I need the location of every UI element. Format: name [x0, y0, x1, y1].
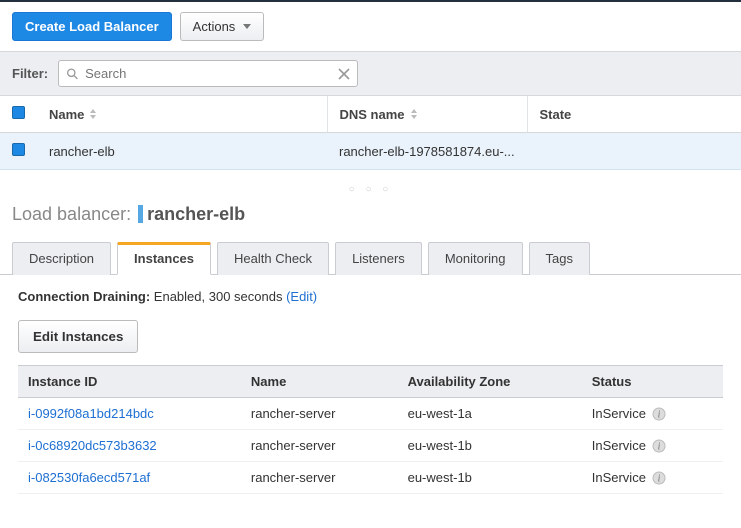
instance-id-link[interactable]: i-0c68920dc573b3632 — [28, 438, 157, 453]
select-all-checkbox[interactable] — [12, 106, 25, 119]
instance-az-cell: eu-west-1a — [398, 398, 582, 430]
tab-health-check[interactable]: Health Check — [217, 242, 329, 275]
info-icon[interactable]: i — [652, 471, 666, 485]
svg-text:i: i — [658, 474, 661, 485]
lb-dns-cell: rancher-elb-1978581874.eu-... — [327, 133, 527, 170]
actions-dropdown[interactable]: Actions — [180, 12, 265, 41]
table-row: i-0992f08a1bd214bdc rancher-servereu-west… — [18, 398, 723, 430]
inst-col-status[interactable]: Status — [582, 366, 723, 398]
svg-text:i: i — [658, 410, 661, 421]
inst-col-name[interactable]: Name — [241, 366, 398, 398]
connection-draining-label: Connection Draining: — [18, 289, 150, 304]
info-icon[interactable]: i — [652, 407, 666, 421]
connection-draining-row: Connection Draining: Enabled, 300 second… — [18, 289, 723, 304]
instance-name-cell: rancher-server — [241, 398, 398, 430]
connection-draining-value: Enabled, 300 seconds — [154, 289, 283, 304]
svg-text:i: i — [658, 442, 661, 453]
inst-col-id[interactable]: Instance ID — [18, 366, 241, 398]
column-header-name[interactable]: Name — [37, 96, 327, 133]
table-row: i-0c68920dc573b3632 rancher-servereu-west… — [18, 430, 723, 462]
instance-status-cell: InServicei — [582, 398, 723, 430]
resize-grip[interactable]: ○ ○ ○ — [0, 170, 741, 200]
tab-listeners[interactable]: Listeners — [335, 242, 422, 275]
tab-description[interactable]: Description — [12, 242, 111, 275]
actions-label: Actions — [193, 19, 236, 34]
detail-prefix: Load balancer: — [12, 204, 131, 224]
instances-table: Instance ID Name Availability Zone Statu… — [18, 365, 723, 494]
instance-az-cell: eu-west-1b — [398, 462, 582, 494]
column-header-dns[interactable]: DNS name — [327, 96, 527, 133]
inst-col-az[interactable]: Availability Zone — [398, 366, 582, 398]
tab-instances[interactable]: Instances — [117, 242, 211, 275]
row-checkbox[interactable] — [12, 143, 25, 156]
connection-draining-edit-link[interactable]: (Edit) — [286, 289, 317, 304]
column-header-state[interactable]: State — [527, 96, 741, 133]
search-icon — [66, 67, 79, 80]
search-input[interactable] — [58, 60, 358, 87]
detail-header: Load balancer: rancher-elb — [0, 200, 741, 233]
instance-status-cell: InServicei — [582, 462, 723, 494]
instance-id-link[interactable]: i-0992f08a1bd214bdc — [28, 406, 154, 421]
create-load-balancer-button[interactable]: Create Load Balancer — [12, 12, 172, 41]
edit-instances-button[interactable]: Edit Instances — [18, 320, 138, 353]
table-row[interactable]: rancher-elbrancher-elb-1978581874.eu-... — [0, 133, 741, 170]
lb-name-cell: rancher-elb — [37, 133, 327, 170]
clear-search-icon[interactable] — [338, 68, 350, 80]
filter-label: Filter: — [12, 66, 48, 81]
table-row: i-082530fa6ecd571af rancher-servereu-west… — [18, 462, 723, 494]
detail-name: rancher-elb — [147, 204, 245, 224]
instance-status-cell: InServicei — [582, 430, 723, 462]
instance-name-cell: rancher-server — [241, 462, 398, 494]
tab-monitoring[interactable]: Monitoring — [428, 242, 523, 275]
instance-az-cell: eu-west-1b — [398, 430, 582, 462]
sort-icon — [411, 109, 417, 119]
instance-name-cell: rancher-server — [241, 430, 398, 462]
chevron-down-icon — [243, 24, 251, 29]
lb-state-cell — [527, 133, 741, 170]
sort-icon — [90, 109, 96, 119]
load-balancers-table: Name DNS name State rancher-elbrancher-e… — [0, 96, 741, 170]
info-icon[interactable]: i — [652, 439, 666, 453]
tab-tags[interactable]: Tags — [529, 242, 590, 275]
instance-id-link[interactable]: i-082530fa6ecd571af — [28, 470, 150, 485]
detail-marker — [138, 205, 143, 223]
